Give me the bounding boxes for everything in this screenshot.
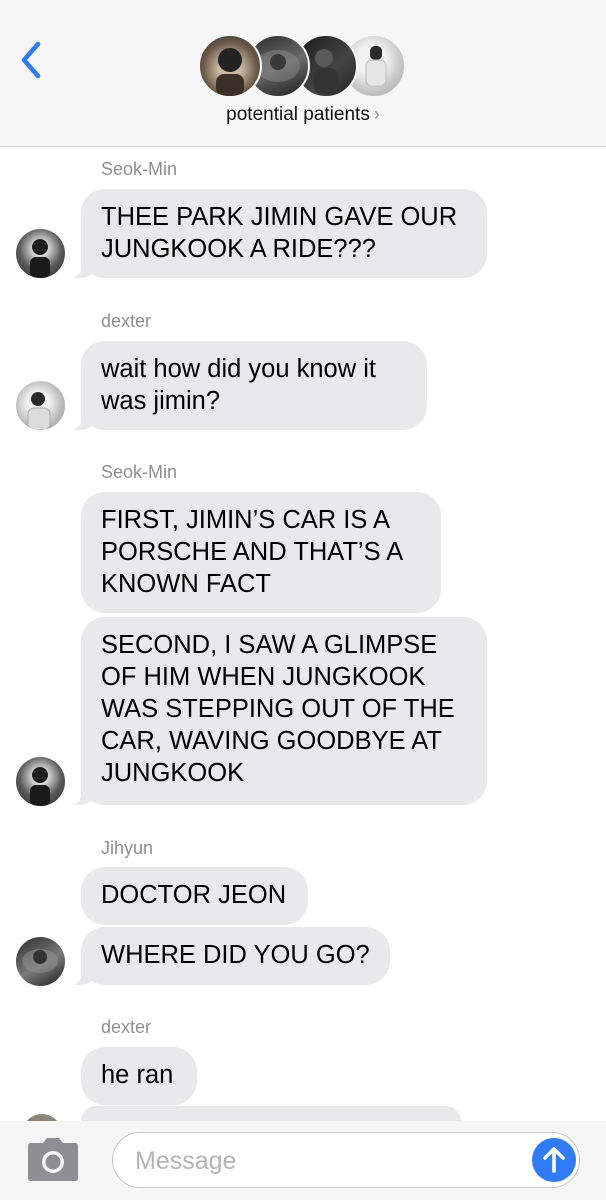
sender-name: dexter <box>101 311 152 331</box>
avatar[interactable] <box>16 381 65 430</box>
message-bubble[interactable]: wait how did you know it was jimin? <box>69 341 427 430</box>
back-button[interactable] <box>14 36 54 84</box>
message-bubble[interactable]: FIRST, JIMIN’S CAR IS A PORSCHE AND THAT… <box>81 492 441 613</box>
conversation-title[interactable]: potential patients › <box>0 104 606 126</box>
message-bubble[interactable]: DOCTOR JEON <box>81 867 308 925</box>
compose-bar <box>0 1121 606 1200</box>
sender-name: Seok-Min <box>101 462 178 482</box>
message-input[interactable] <box>133 1143 527 1179</box>
sender-name: Seok-Min <box>101 159 178 179</box>
conversation-title-text: potential patients <box>226 104 370 125</box>
conversation-header: potential patients › <box>0 0 606 147</box>
message-field[interactable] <box>112 1132 580 1188</box>
sender-name: Jihyun <box>101 838 154 858</box>
camera-button[interactable] <box>26 1137 80 1183</box>
avatar[interactable] <box>16 757 65 806</box>
sender-name: dexter <box>101 1017 152 1037</box>
avatar <box>198 34 262 98</box>
message-bubble[interactable]: THEE PARK JIMIN GAVE OUR JUNGKOOK A RIDE… <box>69 189 487 278</box>
avatar[interactable] <box>16 937 65 986</box>
message-bubble[interactable]: WHERE DID YOU GO? <box>69 927 390 985</box>
group-avatars[interactable] <box>198 34 408 100</box>
send-button[interactable] <box>532 1138 576 1182</box>
chevron-right-icon: › <box>373 104 380 124</box>
chevron-left-icon <box>21 41 41 79</box>
camera-icon <box>28 1138 78 1181</box>
message-bubble[interactable]: he ran <box>81 1047 197 1105</box>
avatar[interactable] <box>16 229 65 278</box>
arrow-up-icon <box>532 1138 576 1182</box>
message-bubble[interactable]: SECOND, I SAW A GLIMPSE OF HIM WHEN JUNG… <box>69 617 487 805</box>
